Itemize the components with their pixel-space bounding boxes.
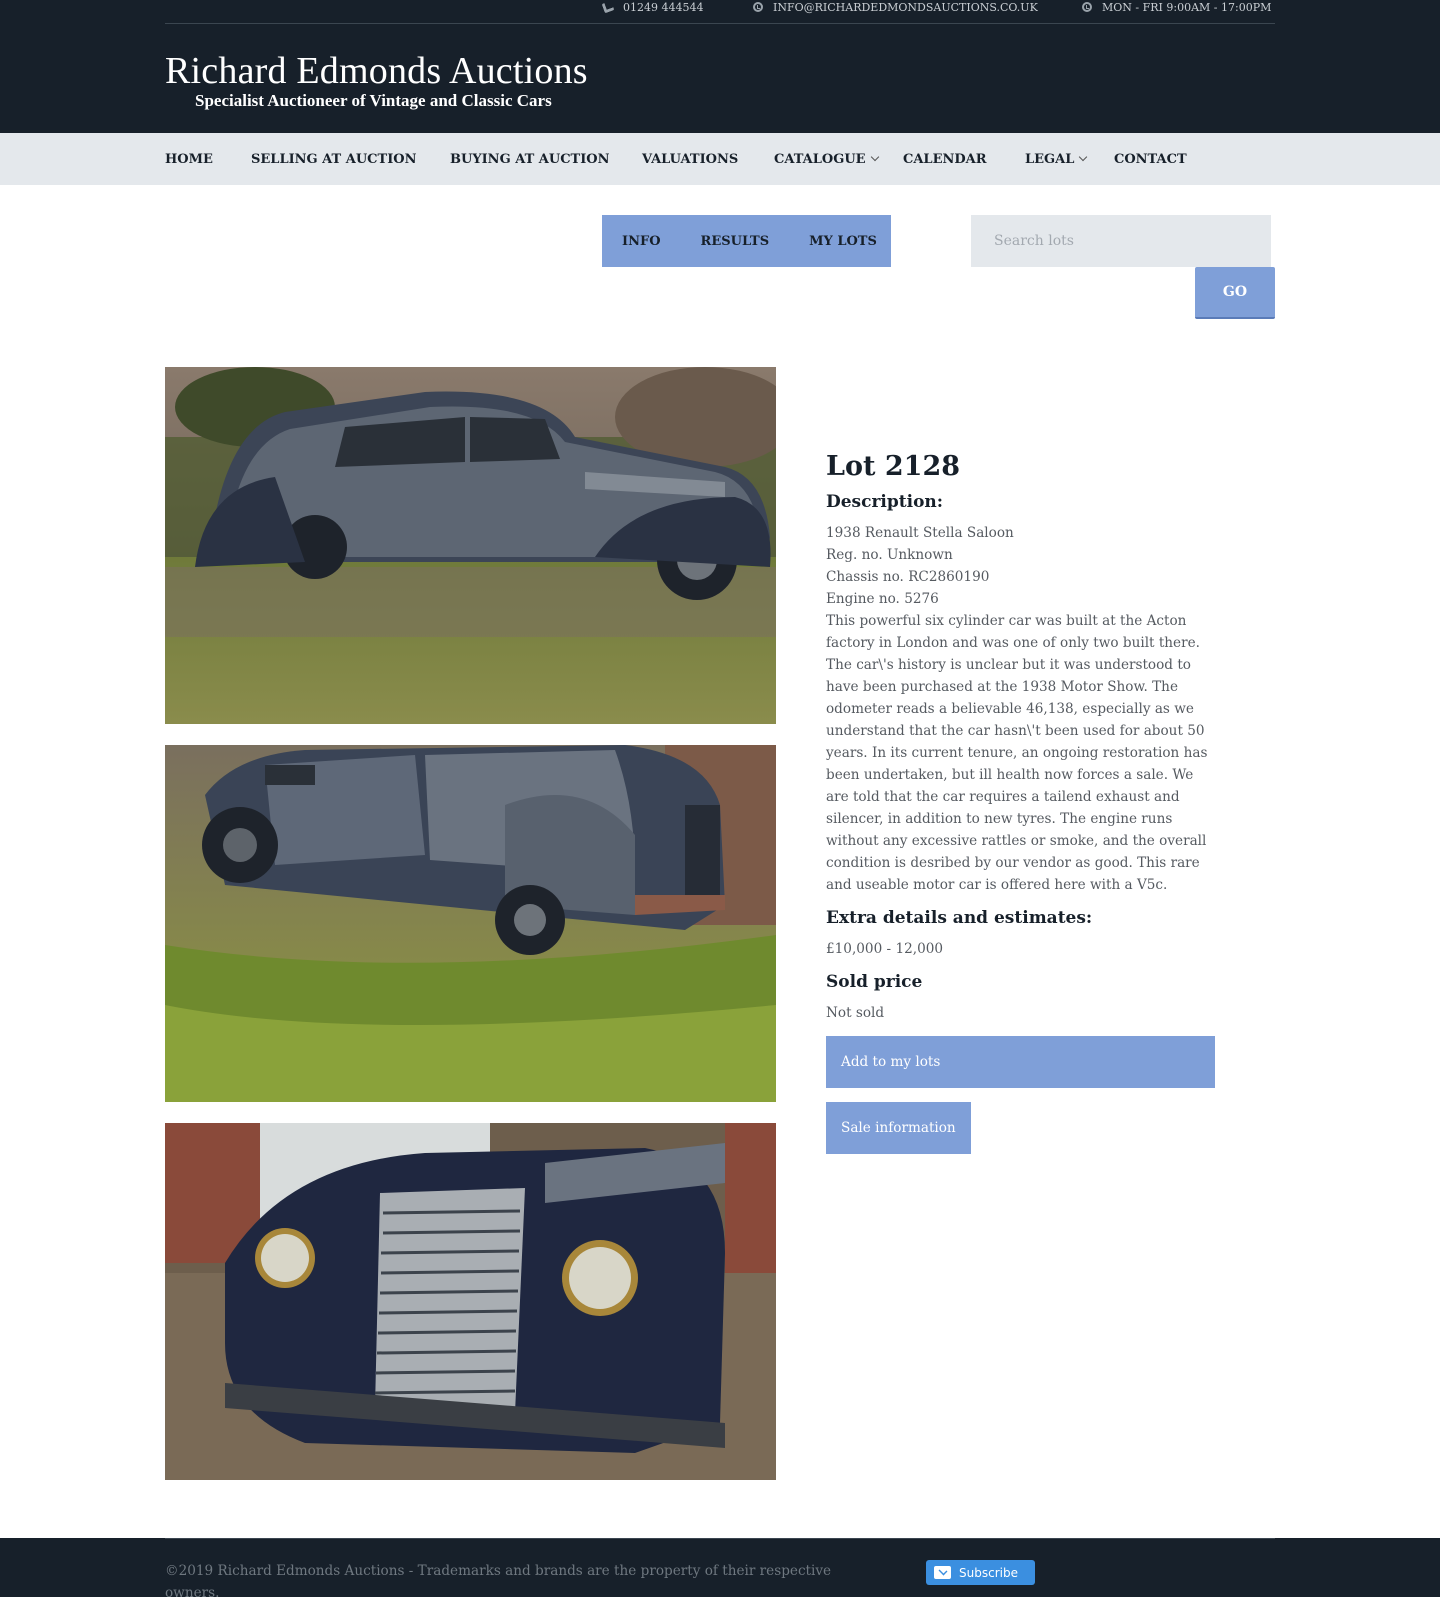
nav-label: SELLING AT AUCTION [251, 151, 417, 167]
nav-item-buying[interactable]: BUYING AT AUCTION [450, 133, 610, 185]
add-to-my-lots-button[interactable]: Add to my lots [826, 1036, 1215, 1088]
nav-label: CALENDAR [903, 151, 987, 167]
nav-label: BUYING AT AUCTION [450, 151, 610, 167]
site-footer: ©2019 Richard Edmonds Auctions - Tradema… [0, 1538, 1440, 1597]
nav-label: HOME [165, 151, 213, 167]
nav-item-contact[interactable]: CONTACT [1114, 133, 1187, 185]
tab-info[interactable]: INFO [602, 234, 681, 249]
nav-item-calendar[interactable]: CALENDAR [903, 133, 987, 185]
chevron-down-icon [870, 152, 879, 162]
chevron-down-icon [1079, 152, 1088, 162]
auction-subnav: INFO RESULTS MY LOTS [602, 215, 891, 267]
nav-item-valuations[interactable]: VALUATIONS [642, 133, 738, 185]
tab-my-lots[interactable]: MY LOTS [789, 234, 897, 249]
hours-text: MON - FRI 9:00AM - 17:00PM [1102, 0, 1272, 14]
lot-photo-front[interactable] [165, 1123, 776, 1480]
nav-label: CONTACT [1114, 151, 1187, 167]
nav-label: LEGAL [1025, 151, 1075, 167]
main-nav: HOME SELLING AT AUCTION BUYING AT AUCTIO… [0, 133, 1440, 185]
search-lots-input[interactable] [971, 215, 1271, 267]
estimate-value: £10,000 - 12,000 [826, 941, 944, 957]
lot-title: Lot 2128 [826, 451, 961, 482]
opening-hours: MON - FRI 9:00AM - 17:00PM [1082, 0, 1271, 14]
email-address: INFO@RICHARDEDMONDSAUCTIONS.CO.UK [773, 0, 1038, 14]
lot-engine: Engine no. 5276 [826, 591, 939, 607]
nav-item-home[interactable]: HOME [165, 133, 213, 185]
description-heading: Description: [826, 492, 944, 512]
site-logo[interactable]: Richard Edmonds Auctions Specialist Auct… [165, 50, 605, 110]
email-contact[interactable]: INFO@RICHARDEDMONDSAUCTIONS.CO.UK [753, 0, 1038, 14]
nav-item-catalogue[interactable]: CATALOGUE [774, 133, 879, 185]
car-rear-photo [165, 745, 776, 1102]
lot-reg: Reg. no. Unknown [826, 547, 953, 563]
nav-label: CATALOGUE [774, 151, 866, 167]
phone-number: 01249 444544 [623, 0, 704, 14]
car-front-photo [165, 1123, 776, 1480]
subscribe-button[interactable]: Subscribe [926, 1560, 1035, 1585]
logo-title: Richard Edmonds Auctions [165, 50, 588, 92]
mail-icon [934, 1566, 951, 1579]
lot-photo-rear[interactable] [165, 745, 776, 1102]
phone-contact[interactable]: 01249 444544 [601, 0, 704, 14]
lot-photo-side[interactable] [165, 367, 776, 724]
contact-bar: 01249 444544 INFO@RICHARDEDMONDSAUCTIONS… [165, 0, 1275, 24]
logo-subtitle: Specialist Auctioneer of Vintage and Cla… [195, 91, 552, 110]
estimate-heading: Extra details and estimates: [826, 908, 1093, 928]
nav-label: VALUATIONS [642, 151, 739, 167]
footer-divider [165, 1538, 1275, 1539]
lot-details: Lot 2128 Description: 1938 Renault Stell… [826, 450, 1216, 1154]
nav-item-selling[interactable]: SELLING AT AUCTION [251, 133, 416, 185]
phone-icon [601, 0, 615, 14]
clock-icon [753, 2, 763, 12]
lot-description: This powerful six cylinder car was built… [826, 613, 1208, 893]
site-header: 01249 444544 INFO@RICHARDEDMONDSAUCTIONS… [0, 0, 1440, 133]
tab-results[interactable]: RESULTS [681, 234, 790, 249]
sale-information-button[interactable]: Sale information [826, 1102, 971, 1154]
subscribe-label: Subscribe [959, 1565, 1018, 1580]
sold-heading: Sold price [826, 972, 923, 992]
sold-value: Not sold [826, 1005, 885, 1021]
nav-item-legal[interactable]: LEGAL [1025, 133, 1088, 185]
clock-icon [1082, 2, 1092, 12]
car-side-photo [165, 367, 776, 724]
lot-chassis: Chassis no. RC2860190 [826, 569, 990, 585]
copyright-text: ©2019 Richard Edmonds Auctions - Tradema… [165, 1563, 832, 1597]
search-go-button[interactable]: GO [1195, 267, 1275, 319]
lot-model: 1938 Renault Stella Saloon [826, 525, 1014, 541]
